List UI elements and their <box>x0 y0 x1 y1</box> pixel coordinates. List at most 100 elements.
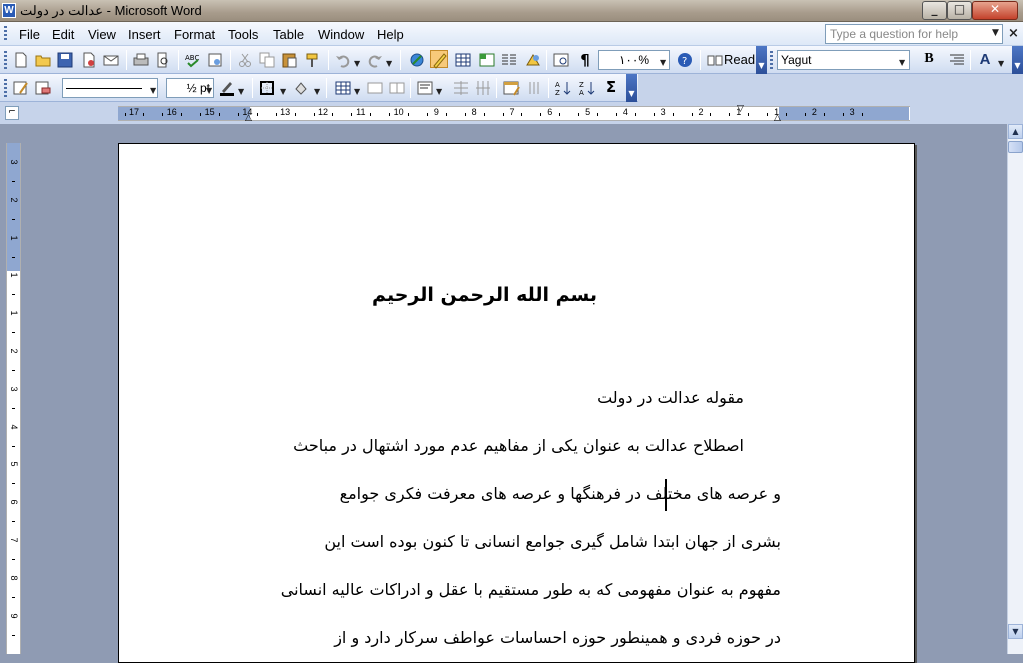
scroll-up-arrow[interactable]: ▲ <box>1008 124 1023 139</box>
drawing-icon[interactable] <box>524 51 542 69</box>
line-weight-dropdown-arrow[interactable]: ▼ <box>206 86 212 95</box>
shading-dropdown-arrow[interactable]: ▼ <box>314 87 320 96</box>
research-icon[interactable] <box>206 51 224 69</box>
standard-toolbar: ABC ▼ ▼ ¶ ۱۰۰% ▼ ? Read ▼ Yagut ▼ B A ▼ … <box>0 46 1023 74</box>
menu-edit[interactable]: Edit <box>52 27 74 42</box>
toolbar-grip[interactable] <box>4 79 7 97</box>
table-autoformat-icon[interactable] <box>502 79 520 97</box>
redo-icon[interactable] <box>366 51 384 69</box>
new-document-icon[interactable] <box>12 51 30 69</box>
print-icon[interactable] <box>132 51 150 69</box>
line-style-dropdown-arrow[interactable]: ▼ <box>150 86 156 95</box>
border-dropdown-arrow[interactable]: ▼ <box>280 87 286 96</box>
align-right-icon[interactable] <box>948 51 966 69</box>
draw-table-icon[interactable] <box>12 79 30 97</box>
help-search-input[interactable]: Type a question for help <box>825 24 1003 44</box>
right-indent-marker[interactable]: △ <box>774 113 781 123</box>
outside-border-icon[interactable] <box>258 79 276 97</box>
font-color-icon[interactable]: A <box>976 51 994 69</box>
border-color-dropdown-arrow[interactable]: ▼ <box>238 87 244 96</box>
ruler-tick <box>578 113 580 116</box>
cut-icon[interactable] <box>236 51 254 69</box>
menu-window[interactable]: Window <box>318 27 364 42</box>
scroll-thumb[interactable] <box>1008 141 1023 153</box>
hyperlink-icon[interactable] <box>408 51 426 69</box>
left-indent-marker[interactable]: △ <box>245 113 252 123</box>
toolbar-options-icon[interactable]: ▼ <box>756 46 767 74</box>
toolbar-grip[interactable] <box>4 51 7 69</box>
vertical-scrollbar[interactable]: ▲ ▼ <box>1007 124 1023 654</box>
horizontal-ruler[interactable]: 17 16 15 14 13 12 11 10 9 8 7 6 5 4 3 2 1 1 2 3 △ ▽ △ <box>118 104 910 123</box>
undo-dropdown-arrow[interactable]: ▼ <box>354 59 360 68</box>
help-icon[interactable]: ? <box>676 51 694 69</box>
font-name-select[interactable]: Yagut <box>777 50 910 70</box>
menu-format[interactable]: Format <box>174 27 215 42</box>
border-color-icon[interactable] <box>218 79 236 97</box>
paste-icon[interactable] <box>280 51 298 69</box>
read-mode-icon[interactable] <box>706 51 724 69</box>
tables-options-icon[interactable]: ▼ <box>626 74 637 102</box>
merge-cells-icon[interactable] <box>366 79 384 97</box>
save-icon[interactable] <box>56 51 74 69</box>
scroll-down-arrow[interactable]: ▼ <box>1008 624 1023 639</box>
insert-excel-icon[interactable] <box>478 51 496 69</box>
distribute-columns-icon[interactable] <box>474 79 492 97</box>
split-cells-icon[interactable] <box>388 79 406 97</box>
show-hide-pilcrow-icon[interactable]: ¶ <box>576 51 594 69</box>
menu-view[interactable]: View <box>88 27 116 42</box>
font-color-dropdown-arrow[interactable]: ▼ <box>998 59 1004 68</box>
permission-icon[interactable] <box>80 51 98 69</box>
menu-grip[interactable] <box>4 26 7 42</box>
ruler-label: 3 <box>849 107 855 117</box>
menu-insert[interactable]: Insert <box>128 27 161 42</box>
columns-icon[interactable] <box>500 51 518 69</box>
align-cell-icon[interactable] <box>416 79 434 97</box>
open-folder-icon[interactable] <box>34 51 52 69</box>
ruler-tick <box>615 113 617 116</box>
eraser-icon[interactable] <box>34 79 52 97</box>
spelling-grammar-icon[interactable]: ABC <box>184 51 202 69</box>
document-page[interactable]: بسم الله الرحمن الرحیم مقوله عدالت در دو… <box>118 143 915 663</box>
help-dropdown-arrow[interactable]: ▼ <box>992 28 999 38</box>
distribute-rows-icon[interactable] <box>452 79 470 97</box>
menu-file[interactable]: File <box>19 27 40 42</box>
font-dropdown-arrow[interactable]: ▼ <box>899 58 905 67</box>
tab-selector[interactable]: ⌐ <box>5 106 19 120</box>
sort-ascending-icon[interactable]: AZ <box>554 79 572 97</box>
word-app-icon[interactable]: W <box>2 3 16 18</box>
ruler-tick <box>861 113 863 116</box>
menu-tools[interactable]: Tools <box>228 27 258 42</box>
zoom-dropdown-arrow[interactable]: ▼ <box>660 58 666 67</box>
tables-borders-icon[interactable] <box>430 50 448 69</box>
shading-color-icon[interactable] <box>292 79 310 97</box>
line-style-select[interactable] <box>62 78 158 98</box>
text-direction-icon[interactable] <box>526 79 544 97</box>
document-close-icon[interactable]: × <box>1008 26 1019 41</box>
bold-button[interactable]: B <box>920 51 938 69</box>
vertical-ruler[interactable]: 3 2 1 1 1 2 3 4 5 6 7 8 9 <box>6 143 21 654</box>
sort-descending-icon[interactable]: ZA <box>578 79 596 97</box>
insert-table-dropdown-arrow[interactable]: ▼ <box>354 87 360 96</box>
read-button[interactable]: Read <box>724 52 755 67</box>
menu-table[interactable]: Table <box>273 27 304 42</box>
close-button[interactable]: ✕ <box>972 1 1018 20</box>
email-icon[interactable] <box>102 51 120 69</box>
print-preview-icon[interactable] <box>154 51 172 69</box>
redo-dropdown-arrow[interactable]: ▼ <box>386 59 392 68</box>
first-line-indent-marker[interactable]: ▽ <box>737 104 744 114</box>
vruler-tick <box>12 294 15 296</box>
format-painter-icon[interactable] <box>304 51 322 69</box>
maximize-button[interactable]: □ <box>947 1 972 20</box>
minimize-button[interactable]: _ <box>922 1 947 20</box>
copy-icon[interactable] <box>258 51 276 69</box>
autosum-button[interactable]: Σ <box>602 78 620 96</box>
insert-table-icon[interactable] <box>454 51 472 69</box>
document-map-icon[interactable] <box>552 51 570 69</box>
undo-icon[interactable] <box>334 51 352 69</box>
vruler-label: 2 <box>9 197 19 203</box>
align-cell-dropdown-arrow[interactable]: ▼ <box>436 87 442 96</box>
menu-help[interactable]: Help <box>377 27 404 42</box>
insert-table-tb-icon[interactable] <box>334 79 352 97</box>
formatting-grip[interactable] <box>770 51 773 69</box>
formatting-options-icon[interactable]: ▼ <box>1012 46 1023 74</box>
